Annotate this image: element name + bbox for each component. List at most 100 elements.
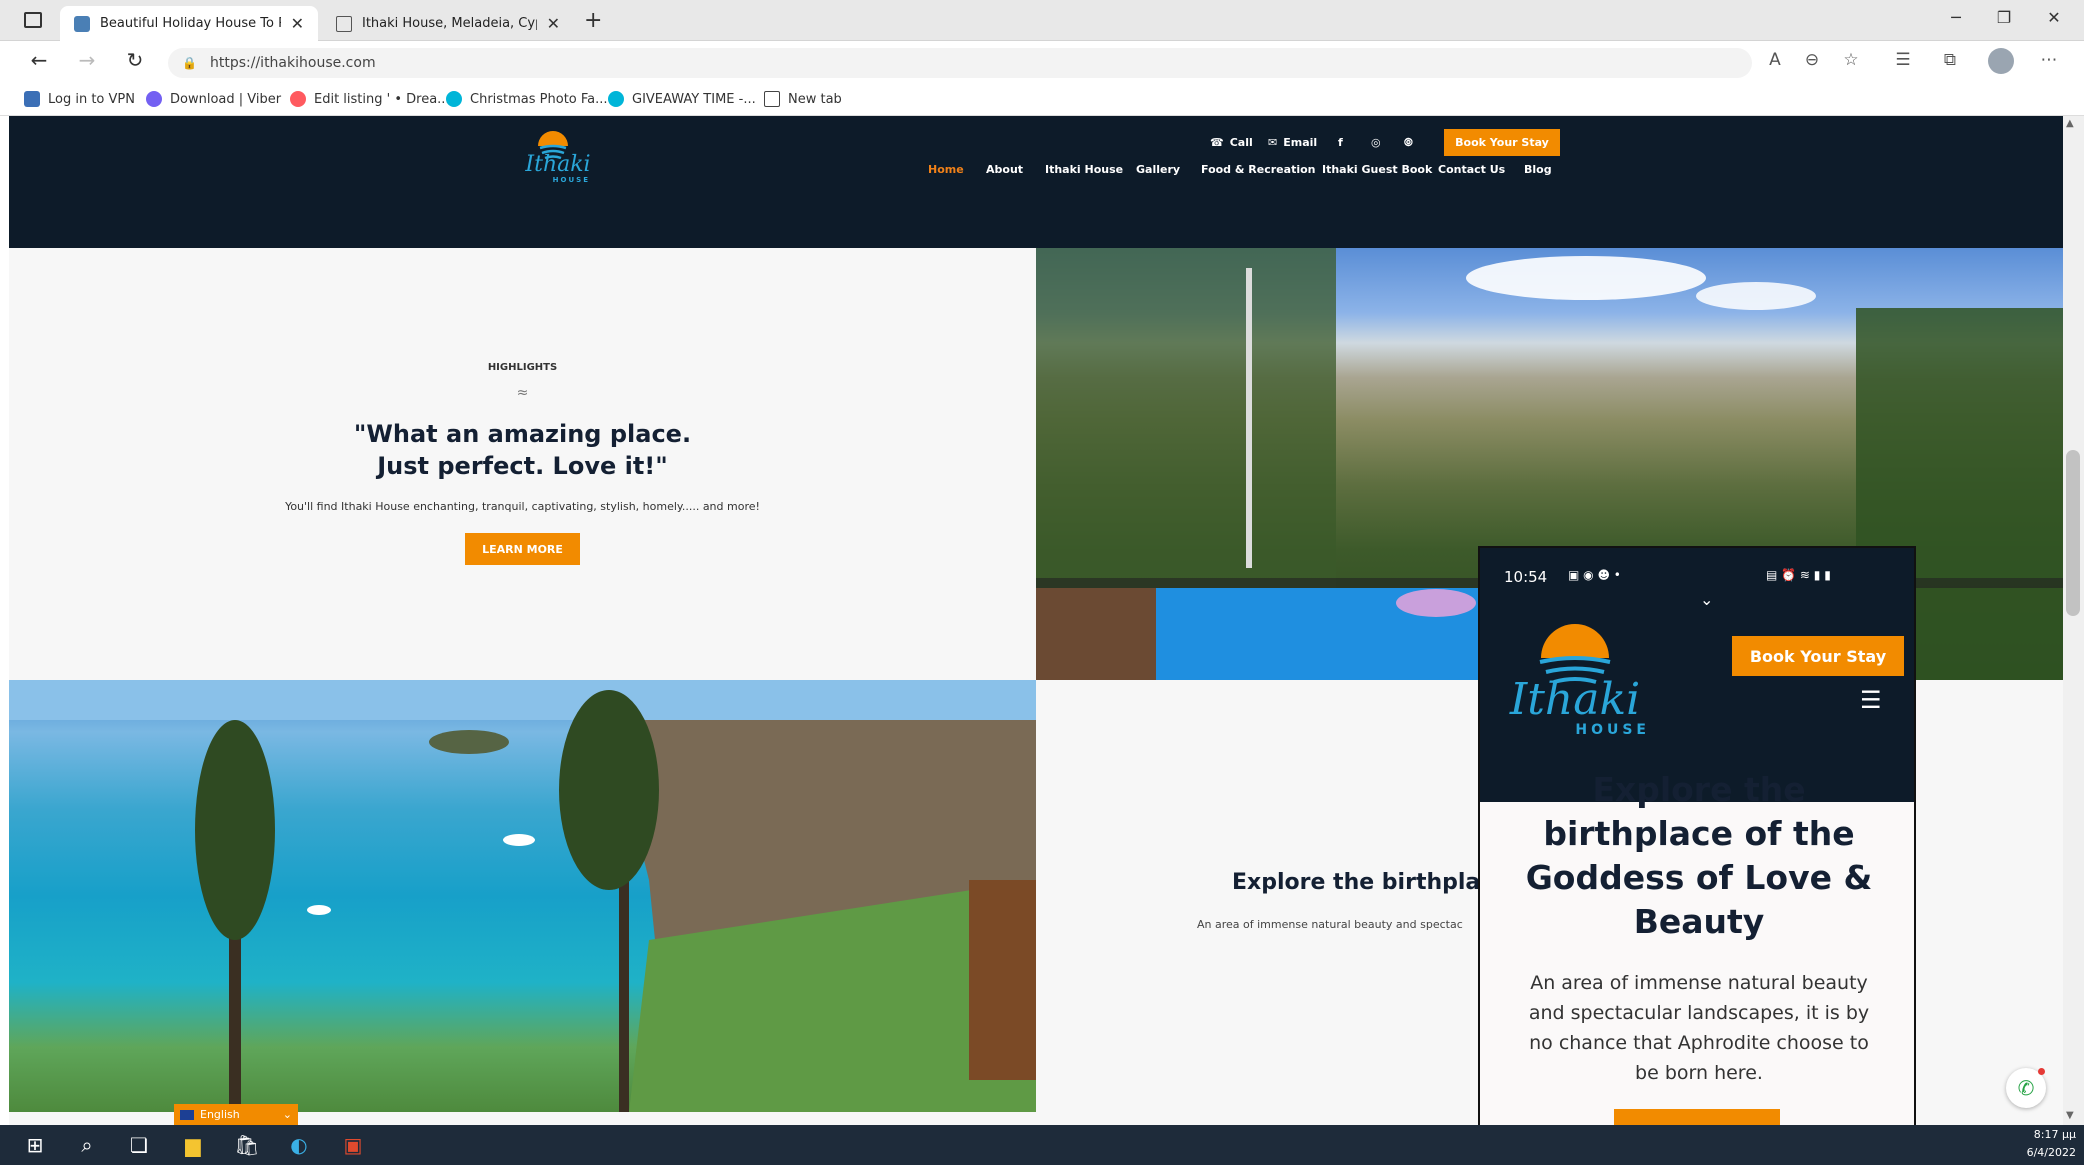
edge-icon[interactable]: ◐ bbox=[284, 1130, 314, 1160]
refresh-icon[interactable]: ↻ bbox=[120, 48, 150, 72]
nav-about[interactable]: About bbox=[986, 163, 1023, 176]
new-tab-button[interactable]: + bbox=[584, 8, 602, 33]
hamburger-menu-icon[interactable]: ☰ bbox=[1860, 686, 1882, 714]
profile-avatar[interactable] bbox=[1988, 48, 2014, 74]
tripadvisor-icon[interactable]: ⦾ bbox=[1404, 136, 1413, 150]
canva-icon bbox=[608, 91, 624, 107]
chevron-down-icon[interactable]: ⌄ bbox=[1700, 590, 1713, 609]
phone-status-bar: 10:54 ▣ ◉ ☻ • ▤ ⏰ ≋ ▮ ▮ bbox=[1480, 548, 1914, 596]
minimize-icon[interactable]: ─ bbox=[1936, 8, 1976, 27]
instagram-icon[interactable]: ◎ bbox=[1371, 136, 1381, 149]
favorite-item[interactable]: New tab bbox=[764, 87, 842, 111]
favorite-label: Edit listing ' • Drea... bbox=[314, 91, 450, 107]
nav-food-recreation[interactable]: Food & Recreation bbox=[1201, 163, 1316, 176]
language-label: English bbox=[200, 1108, 240, 1121]
phone-site-logo[interactable]: Ithaki HOUSE bbox=[1500, 616, 1650, 740]
airbnb-icon bbox=[290, 91, 306, 107]
logo-subtext: HOUSE bbox=[552, 176, 590, 184]
viber-icon bbox=[146, 91, 162, 107]
address-bar[interactable]: 🔒 https://ithakihouse.com bbox=[168, 48, 1752, 78]
vpn-icon bbox=[24, 91, 40, 107]
highlights-kicker: HIGHLIGHTS bbox=[487, 362, 558, 373]
coast-view-image bbox=[9, 680, 1036, 1112]
phone-explore-text: An area of immense natural beauty and sp… bbox=[1528, 972, 1870, 1084]
task-view-icon[interactable]: ❏ bbox=[124, 1130, 154, 1160]
nav-ithaki-house[interactable]: Ithaki House bbox=[1045, 163, 1123, 176]
office-app-icon[interactable]: ▣ bbox=[338, 1130, 368, 1160]
nav-home[interactable]: Home bbox=[928, 163, 964, 176]
collections-icon[interactable]: ⧉ bbox=[1935, 50, 1965, 70]
favorite-label: GIVEAWAY TIME -... bbox=[632, 91, 756, 107]
restore-icon[interactable]: ❐ bbox=[1984, 8, 2024, 27]
nav-contact-us[interactable]: Contact Us bbox=[1438, 163, 1505, 176]
tab-active[interactable]: Beautiful Holiday House To Rent ✕ bbox=[60, 6, 318, 41]
newtab-icon bbox=[764, 91, 780, 107]
site-logo[interactable]: Ithaki HOUSE bbox=[518, 126, 598, 188]
zoom-icon[interactable]: ⊖ bbox=[1797, 50, 1827, 70]
tab-title: Beautiful Holiday House To Rent bbox=[100, 16, 281, 31]
uk-flag-icon bbox=[180, 1109, 194, 1120]
favorite-item[interactable]: Christmas Photo Fa... bbox=[446, 87, 608, 111]
taskbar-date: 6/4/2022 bbox=[2026, 1146, 2076, 1159]
forward-icon[interactable]: → bbox=[72, 48, 102, 72]
back-icon[interactable]: ← bbox=[24, 48, 54, 72]
search-icon[interactable]: ⌕ bbox=[72, 1130, 102, 1160]
nav-blog[interactable]: Blog bbox=[1524, 163, 1552, 176]
favorite-label: New tab bbox=[788, 91, 842, 107]
lock-icon: 🔒 bbox=[182, 56, 197, 70]
taskbar-time: 8:17 μμ bbox=[2033, 1128, 2076, 1141]
windows-start-icon[interactable]: ⊞ bbox=[20, 1130, 50, 1160]
canva-icon bbox=[446, 91, 462, 107]
url-text: https://ithakihouse.com bbox=[210, 55, 376, 71]
quote-line-2: Just perfect. Love it!" bbox=[377, 452, 668, 480]
close-tab-icon[interactable]: ✕ bbox=[547, 14, 560, 33]
more-icon[interactable]: ⋯ bbox=[2034, 50, 2064, 70]
language-selector[interactable]: English ⌄ bbox=[174, 1104, 298, 1125]
vertical-scrollbar[interactable] bbox=[2063, 116, 2084, 1125]
scroll-down-icon[interactable]: ▼ bbox=[2066, 1110, 2074, 1121]
nav-guest-book[interactable]: Ithaki Guest Book bbox=[1322, 163, 1432, 176]
email-link[interactable]: ✉ Email bbox=[1268, 136, 1317, 149]
email-label: Email bbox=[1283, 136, 1318, 149]
read-aloud-icon[interactable]: A bbox=[1760, 50, 1790, 70]
phone-system-icons: ▤ ⏰ ≋ ▮ ▮ bbox=[1766, 568, 1831, 582]
logo-text: Ithaki bbox=[1509, 674, 1641, 725]
phone-screenshot-overlay: 10:54 ▣ ◉ ☻ • ▤ ⏰ ≋ ▮ ▮ ⌄ Ithaki HOUSE B… bbox=[1478, 546, 1916, 1165]
close-window-icon[interactable]: ✕ bbox=[2034, 8, 2074, 27]
add-favorite-icon[interactable]: ☆ bbox=[1836, 50, 1866, 70]
chevron-down-icon: ⌄ bbox=[282, 1108, 292, 1121]
tab-title: Ithaki House, Meladeia, Cyprus bbox=[362, 16, 537, 31]
book-your-stay-button[interactable]: Book Your Stay bbox=[1444, 129, 1560, 156]
phone-time: 10:54 bbox=[1504, 568, 1548, 586]
page-icon bbox=[336, 15, 352, 32]
store-icon[interactable]: 🛍 bbox=[232, 1130, 262, 1160]
quote-line-1: "What an amazing place. bbox=[353, 420, 692, 448]
site-header bbox=[9, 116, 2063, 248]
tab-actions-icon[interactable] bbox=[24, 12, 42, 28]
call-link[interactable]: ☎ Call bbox=[1210, 136, 1253, 149]
scrollbar-thumb[interactable] bbox=[2066, 450, 2080, 616]
call-label: Call bbox=[1229, 136, 1253, 149]
favorite-item[interactable]: Edit listing ' • Drea... bbox=[290, 87, 450, 111]
favorite-item[interactable]: Download | Viber bbox=[146, 87, 281, 111]
logo-subtext: HOUSE bbox=[1575, 722, 1650, 738]
explore-title: Explore the birthplace bbox=[1232, 870, 1509, 895]
phone-book-button[interactable]: Book Your Stay bbox=[1732, 636, 1904, 676]
phone-explore-title: Explore the birthplace of the Goddess of… bbox=[1525, 770, 1873, 941]
favorite-item[interactable]: GIVEAWAY TIME -... bbox=[608, 87, 756, 111]
favorites-icon[interactable]: ☰ bbox=[1888, 50, 1918, 70]
learn-more-button[interactable]: LEARN MORE bbox=[465, 533, 580, 565]
file-explorer-icon[interactable]: ▆ bbox=[178, 1130, 208, 1160]
explore-text: An area of immense natural beauty and sp… bbox=[1197, 918, 1463, 931]
favorite-label: Log in to VPN bbox=[48, 91, 135, 107]
coast-view-scene bbox=[9, 680, 1036, 1112]
highlights-text: You'll find Ithaki House enchanting, tra… bbox=[285, 500, 760, 513]
scroll-up-icon[interactable]: ▲ bbox=[2066, 118, 2074, 129]
close-tab-icon[interactable]: ✕ bbox=[291, 14, 304, 33]
tab-inactive[interactable]: Ithaki House, Meladeia, Cyprus ✕ bbox=[322, 6, 574, 41]
email-icon: ✉ bbox=[1268, 136, 1278, 149]
facebook-icon[interactable]: f bbox=[1338, 136, 1343, 149]
favorite-item[interactable]: Log in to VPN bbox=[24, 87, 135, 111]
nav-gallery[interactable]: Gallery bbox=[1136, 163, 1180, 176]
favorite-label: Download | Viber bbox=[170, 91, 282, 107]
